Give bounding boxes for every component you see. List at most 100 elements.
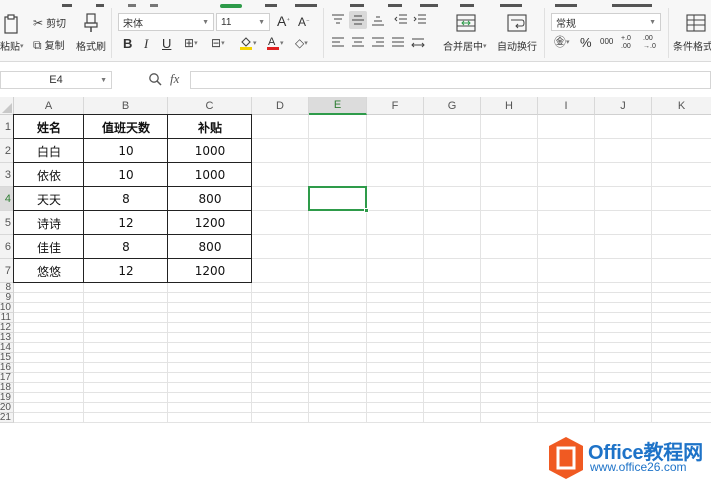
underline-button[interactable]: U [162,36,171,51]
column-header-g[interactable]: G [424,97,481,115]
grow-font-button[interactable]: A ⁺ [277,13,290,29]
cell-style-button[interactable]: ⊟ ▾ [211,37,225,49]
row-header-16[interactable]: 16 [0,363,14,373]
align-left-button[interactable] [331,36,345,50]
column-header-c[interactable]: C [168,97,252,115]
indent-increase-button[interactable] [413,13,427,27]
name-box[interactable]: E4 ▼ [0,71,112,89]
table-cell[interactable]: 1000 [168,139,252,163]
align-top-button[interactable] [331,13,345,27]
conditional-format-button[interactable]: 条件格式 [673,38,711,53]
table-cell[interactable]: 天天 [14,187,84,211]
column-header-b[interactable]: B [84,97,168,115]
column-header-i[interactable]: I [538,97,595,115]
format-painter-button[interactable]: 格式刷 [76,38,106,53]
row-header-12[interactable]: 12 [0,323,14,333]
row-header-8[interactable]: 8 [0,283,14,293]
bold-button[interactable]: B [123,36,132,51]
row-header-11[interactable]: 11 [0,313,14,323]
table-cell[interactable]: 800 [168,187,252,211]
column-header-h[interactable]: H [481,97,538,115]
currency-button[interactable]: ㊎ ▾ [554,36,570,48]
row-header-20[interactable]: 20 [0,403,14,413]
column-header-j[interactable]: J [595,97,652,115]
row-header-4[interactable]: 4 [0,187,14,211]
paste-icon[interactable] [2,13,22,35]
fill-color-button[interactable]: ▾ [239,36,257,50]
row-header-14[interactable]: 14 [0,343,14,353]
table-cell[interactable]: 悠悠 [14,259,84,283]
number-format-select[interactable]: 常规 ▼ [551,13,661,31]
formula-input[interactable] [190,71,711,89]
merge-center-icon[interactable] [455,13,477,33]
column-header-e[interactable]: E [309,97,367,115]
column-header-a[interactable]: A [14,97,84,115]
table-cell[interactable]: 12 [84,259,168,283]
table-cell[interactable]: 1200 [168,211,252,235]
row-header-21[interactable]: 21 [0,413,14,423]
zoom-lookup-button[interactable] [148,72,162,86]
table-cell[interactable]: 8 [84,235,168,259]
table-cell[interactable]: 10 [84,163,168,187]
row-header-19[interactable]: 19 [0,393,14,403]
table-cell[interactable]: 12 [84,211,168,235]
font-size-select[interactable]: 11 ▼ [216,13,270,31]
active-cell-selection[interactable] [308,186,369,213]
format-painter-icon[interactable] [81,13,101,33]
wrap-text-icon[interactable] [506,13,528,33]
table-header-cell[interactable]: 值班天数 [84,115,168,139]
column-header-f[interactable]: F [367,97,424,115]
row-header-6[interactable]: 6 [0,235,14,259]
row-header-13[interactable]: 13 [0,333,14,343]
table-cell[interactable]: 10 [84,139,168,163]
table-cell[interactable]: 诗诗 [14,211,84,235]
conditional-format-icon[interactable] [685,13,707,33]
wrap-text-button[interactable]: 自动换行 [497,38,537,53]
row-header-10[interactable]: 10 [0,303,14,313]
row-header-17[interactable]: 17 [0,373,14,383]
row-header-1[interactable]: 1 [0,115,14,139]
table-cell[interactable]: 800 [168,235,252,259]
decrease-decimal-button[interactable]: .00 →.0 [643,35,659,51]
row-header-7[interactable]: 7 [0,259,14,283]
fill-handle[interactable] [364,208,369,213]
indent-decrease-button[interactable] [394,13,408,27]
align-bottom-button[interactable] [371,13,385,27]
copy-button[interactable]: ⧉ 复制 [33,37,65,53]
select-all-corner[interactable] [0,97,14,115]
table-cell[interactable]: 1000 [168,163,252,187]
row-header-18[interactable]: 18 [0,383,14,393]
table-cell[interactable]: 白白 [14,139,84,163]
row-header-3[interactable]: 3 [0,163,14,187]
italic-button[interactable]: I [144,36,148,52]
table-cell[interactable]: 依依 [14,163,84,187]
font-name-select[interactable]: 宋体 ▼ [118,13,214,31]
distributed-button[interactable] [411,36,425,50]
shrink-font-button[interactable]: A ⁻ [298,15,310,29]
clear-format-button[interactable]: ◇ ▾ [295,37,308,49]
table-cell[interactable]: 1200 [168,259,252,283]
merge-center-button[interactable]: 合并居中 ▾ [443,38,487,53]
align-middle-button[interactable] [349,11,367,29]
row-header-5[interactable]: 5 [0,211,14,235]
paste-button[interactable]: 粘贴 ▾ [0,38,24,53]
align-right-button[interactable] [371,36,385,50]
row-header-15[interactable]: 15 [0,353,14,363]
thousands-button[interactable]: 000 [600,37,613,46]
cut-button[interactable]: ✂ 剪切 [33,15,66,31]
border-button[interactable]: ⊞ ▾ [184,37,198,49]
column-header-d[interactable]: D [252,97,309,115]
table-cell[interactable]: 佳佳 [14,235,84,259]
increase-decimal-button[interactable]: +.0 .00 [621,35,637,51]
insert-function-button[interactable]: fx [170,71,179,87]
font-color-button[interactable]: A ▾ [266,35,284,50]
column-header-k[interactable]: K [652,97,711,115]
justify-button[interactable] [391,36,405,50]
align-center-button[interactable] [351,36,365,50]
row-header-2[interactable]: 2 [0,139,14,163]
percent-button[interactable]: % [580,35,592,50]
table-header-cell[interactable]: 补贴 [168,115,252,139]
table-header-cell[interactable]: 姓名 [14,115,84,139]
row-header-9[interactable]: 9 [0,293,14,303]
table-cell[interactable]: 8 [84,187,168,211]
